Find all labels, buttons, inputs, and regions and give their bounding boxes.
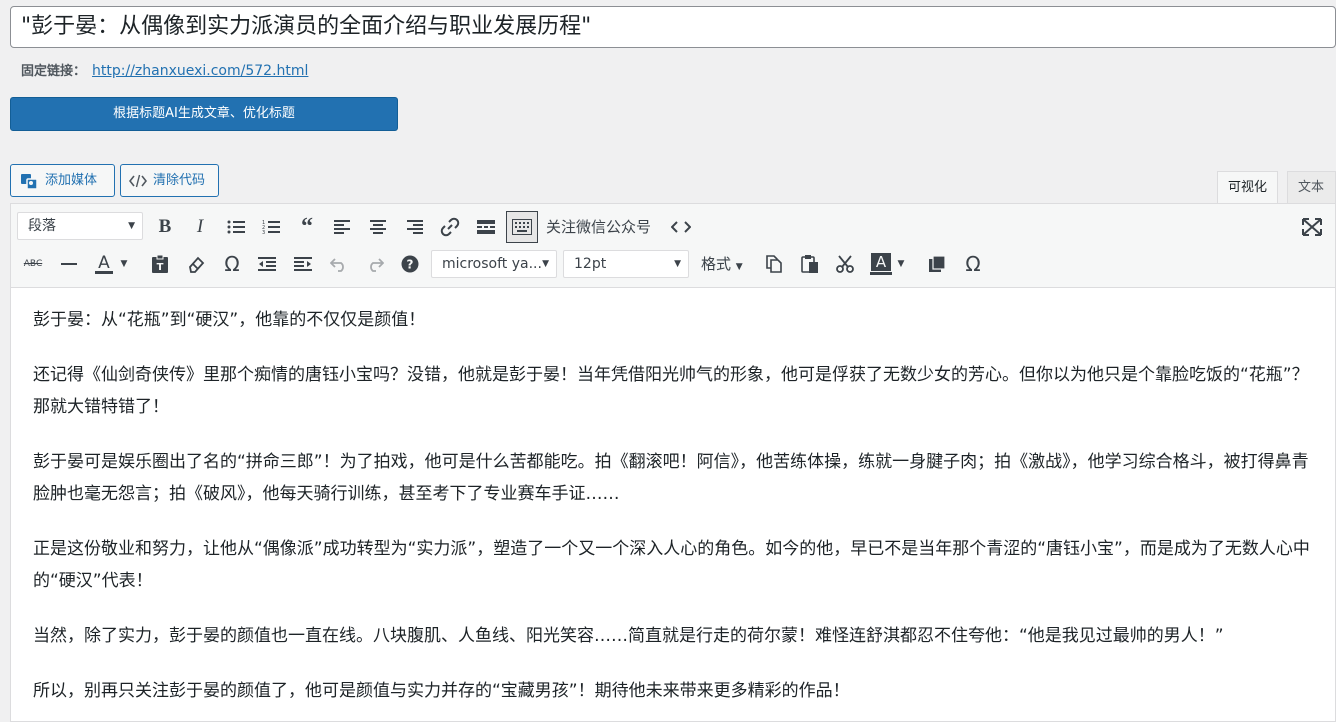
post-title-input[interactable]: "彭于晏：从偶像到实力派演员的全面介绍与职业发展历程" — [10, 6, 1336, 48]
clear-format-icon[interactable] — [182, 250, 210, 278]
chevron-down-icon: ▼ — [128, 221, 135, 231]
chevron-down-icon: ▼ — [674, 259, 681, 269]
content-paragraph: 彭于晏可是娱乐圈出了名的“拼命三郎”！为了拍戏，他可是什么苦都能吃。拍《翻滚吧！… — [33, 452, 1309, 504]
permalink-link[interactable]: http://zhanxuexi.com/572.html — [92, 63, 308, 79]
blockquote-icon[interactable]: “ — [293, 213, 321, 241]
chevron-down-icon[interactable]: ▼ — [894, 250, 908, 278]
omega-icon[interactable]: Ω — [959, 250, 987, 278]
toolbar-toggle-icon[interactable] — [506, 211, 538, 243]
link-icon[interactable] — [436, 213, 464, 241]
clear-code-button[interactable]: 清除代码 — [120, 164, 219, 197]
special-char-icon[interactable]: Ω — [218, 250, 246, 278]
code-view-icon[interactable] — [667, 213, 695, 241]
format-select-value: 段落 — [28, 218, 56, 234]
read-more-icon[interactable] — [472, 213, 500, 241]
format-select[interactable]: 段落 ▼ — [17, 212, 143, 240]
font-size-select[interactable]: 12pt ▼ — [563, 250, 689, 278]
wechat-follow-button[interactable]: 关注微信公众号 — [546, 213, 651, 241]
duplicate-icon[interactable] — [923, 250, 951, 278]
font-family-select[interactable]: microsoft ya... ▼ — [431, 250, 557, 278]
tab-text[interactable]: 文本 — [1287, 171, 1336, 204]
content-paragraph: 正是这份敬业和努力，让他从“偶像派”成功转型为“实力派”，塑造了一个又一个深入人… — [33, 539, 1310, 591]
paste-icon[interactable] — [796, 250, 824, 278]
formats-menu[interactable]: 格式 ▼ — [701, 250, 743, 281]
italic-icon[interactable]: I — [186, 213, 214, 241]
undo-icon[interactable] — [325, 250, 353, 278]
numbered-list-icon[interactable]: 123 — [257, 213, 285, 241]
font-family-value: microsoft ya... — [442, 256, 542, 272]
horizontal-line-icon[interactable] — [55, 250, 83, 278]
font-size-value: 12pt — [574, 256, 607, 272]
permalink-label: 固定链接： — [21, 64, 87, 79]
formats-label: 格式 — [701, 255, 732, 273]
editor-content[interactable]: 彭于晏：从“花瓶”到“硬汉”，他靠的不仅仅是颜值！ 还记得《仙剑奇侠传》里那个痴… — [33, 304, 1318, 722]
help-icon[interactable]: ? — [396, 250, 424, 278]
fullscreen-icon[interactable] — [1298, 213, 1326, 241]
align-right-icon[interactable] — [400, 213, 428, 241]
indent-icon[interactable] — [289, 250, 317, 278]
copy-icon[interactable] — [760, 250, 788, 278]
align-center-icon[interactable] — [364, 213, 392, 241]
chevron-down-icon: ▼ — [735, 262, 743, 272]
tab-visual[interactable]: 可视化 — [1217, 171, 1279, 204]
svg-text:T: T — [157, 262, 164, 273]
content-paragraph: 当然，除了实力，彭于晏的颜值也一直在线。八块腹肌、人鱼线、阳光笑容……简直就是行… — [33, 626, 1224, 646]
strikethrough-icon[interactable]: ABC — [19, 250, 47, 278]
content-paragraph: 彭于晏：从“花瓶”到“硬汉”，他靠的不仅仅是颜值！ — [33, 310, 426, 330]
redo-icon[interactable] — [361, 250, 389, 278]
code-icon — [129, 174, 147, 187]
align-left-icon[interactable] — [329, 213, 357, 241]
bullet-list-icon[interactable] — [222, 213, 250, 241]
svg-text:3: 3 — [262, 230, 265, 235]
clear-code-label: 清除代码 — [153, 173, 206, 188]
ai-generate-button[interactable]: 根据标题AI生成文章、优化标题 — [10, 97, 398, 131]
paste-text-icon[interactable]: T — [146, 250, 174, 278]
bold-icon[interactable]: B — [151, 213, 179, 241]
chevron-down-icon[interactable]: ▼ — [117, 250, 131, 278]
permalink: 固定链接： http://zhanxuexi.com/572.html — [21, 62, 308, 81]
chevron-down-icon: ▼ — [542, 259, 549, 269]
add-media-label: 添加媒体 — [45, 173, 98, 188]
content-paragraph: 所以，别再只关注彭于晏的颜值了，他可是颜值与实力并存的“宝藏男孩”！期待他未来带… — [33, 681, 850, 701]
outdent-icon[interactable] — [253, 250, 281, 278]
editor-toolbar: 段落 ▼ B I 123 “ 关注微信公众号 ABC A ▼ T Ω ? mic… — [11, 204, 1335, 288]
add-media-button[interactable]: 添加媒体 — [10, 164, 115, 197]
content-paragraph: 还记得《仙剑奇侠传》里那个痴情的唐钰小宝吗？没错，他就是彭于晏！当年凭借阳光帅气… — [33, 365, 1309, 417]
cut-icon[interactable] — [831, 250, 859, 278]
editor: 段落 ▼ B I 123 “ 关注微信公众号 ABC A ▼ T Ω ? mic… — [10, 203, 1336, 722]
media-icon — [21, 173, 38, 190]
text-color-icon[interactable]: A — [90, 250, 118, 278]
highlight-color-icon[interactable]: A — [867, 250, 895, 278]
svg-text:?: ? — [407, 258, 414, 272]
